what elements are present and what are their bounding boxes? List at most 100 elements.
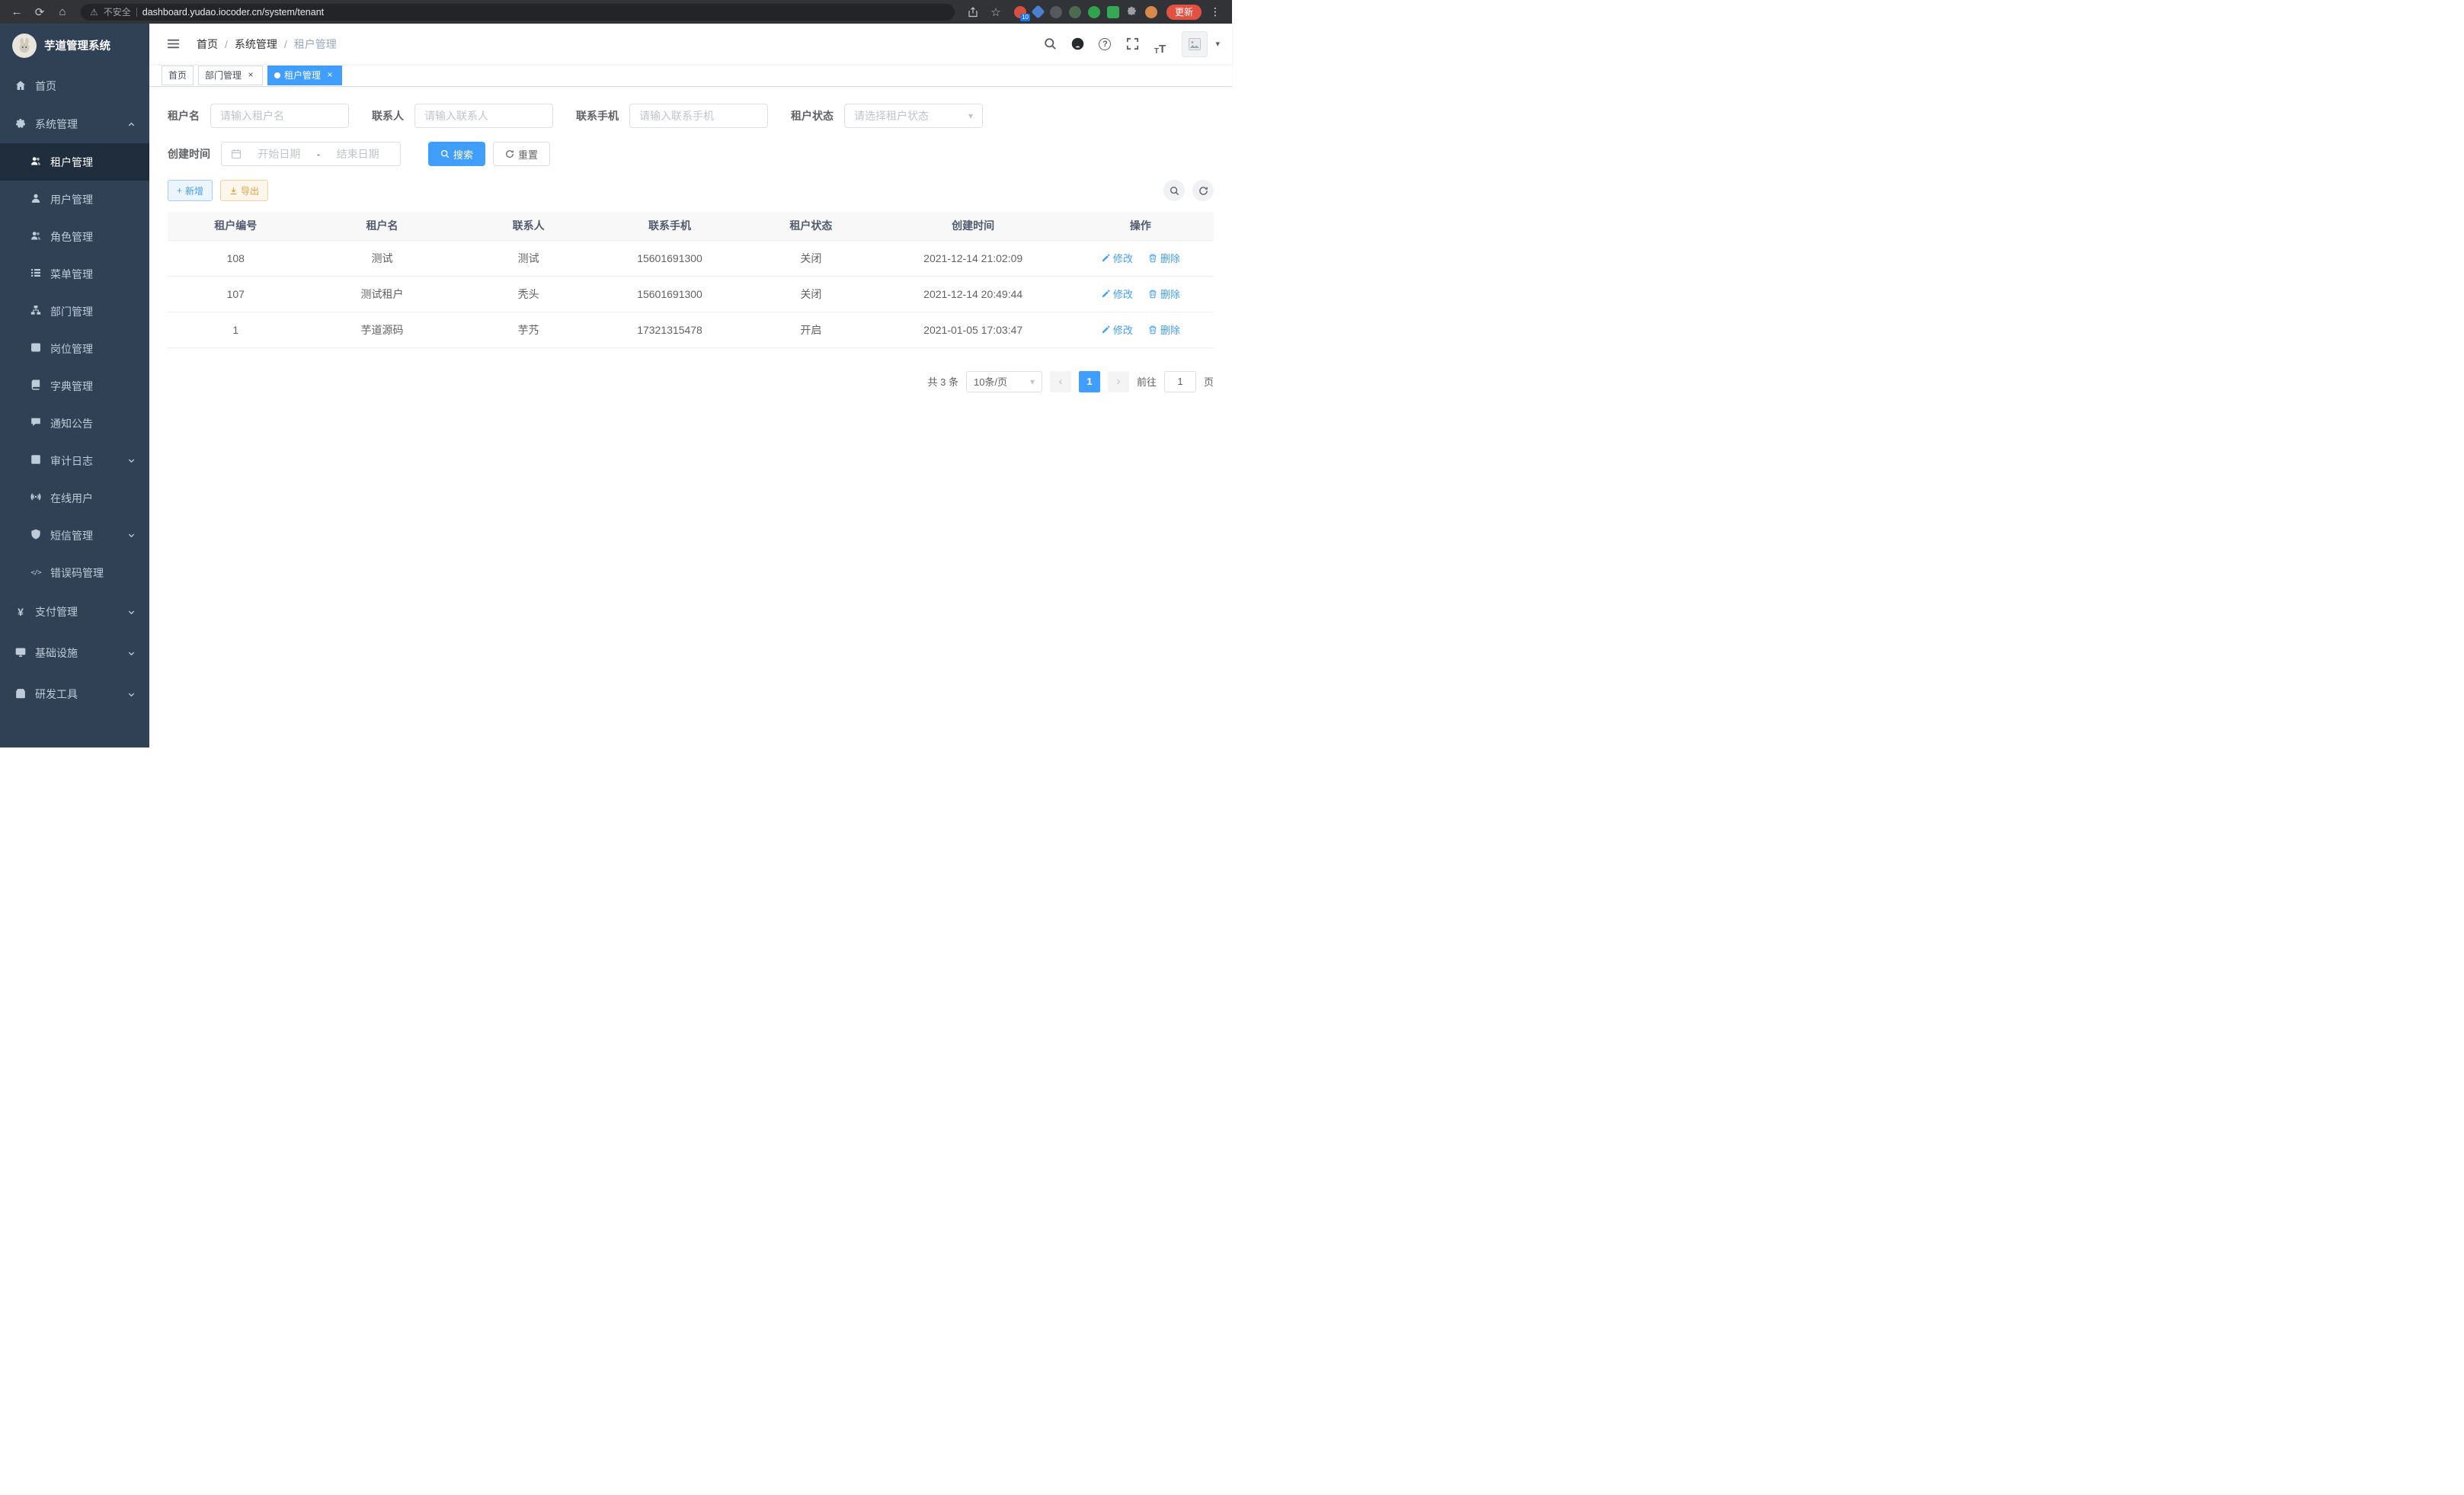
tag-label: 部门管理 xyxy=(205,69,242,82)
back-icon[interactable]: ← xyxy=(8,3,26,21)
refresh-table-button[interactable] xyxy=(1192,180,1214,201)
breadcrumb-home[interactable]: 首页 xyxy=(197,37,218,52)
browser-chrome: ← ⟳ ⌂ ⚠ 不安全 dashboard.yudao.iocoder.cn/s… xyxy=(0,0,1232,24)
sidebar-item-user-mgmt[interactable]: 用户管理 xyxy=(0,181,149,218)
sidebar-item-system[interactable]: 系统管理 xyxy=(0,105,149,143)
sidebar-item-sms-mgmt[interactable]: 短信管理 xyxy=(0,517,149,554)
sidebar-item-error-code[interactable]: </> 错误码管理 xyxy=(0,554,149,591)
reset-button[interactable]: 重置 xyxy=(493,142,550,166)
user-avatar[interactable] xyxy=(1182,31,1208,57)
add-button[interactable]: + 新增 xyxy=(168,180,213,201)
extension-icon-4[interactable] xyxy=(1069,6,1081,18)
edit-link[interactable]: 修改 xyxy=(1101,287,1133,301)
sidebar-item-dev-tools[interactable]: 研发工具 xyxy=(0,674,149,715)
search-icon[interactable] xyxy=(1038,33,1061,56)
sidebar-item-notice[interactable]: 通知公告 xyxy=(0,405,149,442)
next-page-button[interactable]: › xyxy=(1108,371,1129,392)
chrome-update-button[interactable]: 更新 xyxy=(1166,5,1202,20)
refresh-icon xyxy=(505,149,514,158)
breadcrumb-system[interactable]: 系统管理 xyxy=(235,37,277,52)
hamburger-icon[interactable] xyxy=(162,33,184,56)
tag-tenant-mgmt[interactable]: 租户管理 × xyxy=(267,66,342,85)
sidebar-item-online-users[interactable]: 在线用户 xyxy=(0,479,149,517)
edit-link[interactable]: 修改 xyxy=(1101,251,1133,265)
fullscreen-icon[interactable] xyxy=(1121,33,1144,56)
puzzle-icon[interactable] xyxy=(1126,6,1138,18)
col-header-actions: 操作 xyxy=(1067,212,1214,240)
status-select[interactable]: 请选择租户状态 ▾ xyxy=(844,104,983,128)
edit-log-icon xyxy=(30,454,41,467)
chrome-menu-icon[interactable]: ⋮ xyxy=(1206,3,1224,21)
prev-page-button[interactable]: ‹ xyxy=(1050,371,1071,392)
date-range-picker[interactable]: 开始日期 - 结束日期 xyxy=(221,142,401,166)
monitor-icon xyxy=(15,647,26,660)
home-icon[interactable]: ⌂ xyxy=(53,3,72,21)
sidebar-item-payment[interactable]: ¥ 支付管理 xyxy=(0,591,149,632)
sidebar-item-menu-mgmt[interactable]: 菜单管理 xyxy=(0,255,149,293)
delete-link[interactable]: 删除 xyxy=(1148,287,1180,301)
extension-icon-1[interactable]: 10 xyxy=(1014,6,1026,18)
avatar-caret-icon[interactable]: ▾ xyxy=(1215,39,1220,49)
delete-link[interactable]: 删除 xyxy=(1148,251,1180,265)
status-label: 租户状态 xyxy=(791,108,834,123)
tag-dept-mgmt[interactable]: 部门管理 × xyxy=(198,66,263,85)
sidebar-item-infra[interactable]: 基础设施 xyxy=(0,632,149,674)
sidebar-item-home[interactable]: 首页 xyxy=(0,67,149,105)
tenant-name-input[interactable] xyxy=(220,110,339,122)
tenant-table: 租户编号 租户名 联系人 联系手机 租户状态 创建时间 操作 108 测试 测试 xyxy=(168,212,1214,348)
chevron-down-icon xyxy=(127,690,136,699)
search-button[interactable]: 搜索 xyxy=(428,142,485,166)
top-navbar: 首页 / 系统管理 / 租户管理 ? TT xyxy=(149,24,1232,64)
cell-phone: 17321315478 xyxy=(597,312,743,347)
app-title: 芋道管理系统 xyxy=(44,37,110,53)
sidebar-item-tenant-mgmt[interactable]: 租户管理 xyxy=(0,143,149,181)
page-number-1[interactable]: 1 xyxy=(1079,371,1100,392)
export-button[interactable]: 导出 xyxy=(220,180,268,201)
help-icon[interactable]: ? xyxy=(1093,33,1116,56)
toggle-search-button[interactable] xyxy=(1163,180,1185,201)
cell-id: 1 xyxy=(168,312,303,347)
phone-input[interactable] xyxy=(639,110,758,122)
sidebar-item-dept-mgmt[interactable]: 部门管理 xyxy=(0,293,149,330)
share-icon[interactable] xyxy=(964,3,982,21)
page-size-select[interactable]: 10条/页 ▾ xyxy=(966,371,1042,392)
font-size-icon[interactable]: TT xyxy=(1148,33,1171,56)
cell-status: 开启 xyxy=(743,312,878,347)
contact-input[interactable] xyxy=(424,110,543,122)
cell-status: 关闭 xyxy=(743,276,878,312)
close-icon[interactable]: × xyxy=(245,70,256,81)
sidebar-item-label: 研发工具 xyxy=(35,687,118,702)
reload-icon[interactable]: ⟳ xyxy=(30,3,49,21)
question-glyph: ? xyxy=(1099,38,1111,50)
url-bar[interactable]: ⚠ 不安全 dashboard.yudao.iocoder.cn/system/… xyxy=(81,4,955,21)
extension-icon-3[interactable] xyxy=(1050,6,1062,18)
delete-label: 删除 xyxy=(1160,322,1180,337)
download-icon xyxy=(229,187,238,195)
sidebar-item-role-mgmt[interactable]: 角色管理 xyxy=(0,218,149,255)
url-text[interactable]: dashboard.yudao.iocoder.cn/system/tenant xyxy=(142,7,324,18)
sidebar-item-audit-log[interactable]: 审计日志 xyxy=(0,442,149,479)
chevron-up-icon xyxy=(127,120,136,129)
sidebar-item-post-mgmt[interactable]: 岗位管理 xyxy=(0,330,149,367)
profile-avatar-icon[interactable] xyxy=(1145,6,1157,18)
contact-field: 联系人 xyxy=(372,104,553,128)
range-separator: - xyxy=(317,149,320,160)
end-date-placeholder: 结束日期 xyxy=(325,146,391,162)
close-icon[interactable]: × xyxy=(325,70,335,81)
sidebar-item-dict-mgmt[interactable]: 字典管理 xyxy=(0,367,149,405)
github-icon[interactable] xyxy=(1066,33,1089,56)
security-label[interactable]: 不安全 xyxy=(104,5,131,18)
bookmark-star-icon[interactable]: ☆ xyxy=(987,3,1005,21)
delete-link[interactable]: 删除 xyxy=(1148,322,1180,337)
tag-home[interactable]: 首页 xyxy=(162,66,194,85)
cell-actions: 修改 删除 xyxy=(1067,276,1214,312)
goto-page-input[interactable] xyxy=(1164,371,1196,392)
sidebar-item-label: 在线用户 xyxy=(50,491,136,506)
extension-icon-5[interactable] xyxy=(1088,6,1100,18)
chevron-down-icon xyxy=(127,456,136,465)
extension-icon-6[interactable] xyxy=(1107,6,1119,18)
edit-link[interactable]: 修改 xyxy=(1101,322,1133,337)
home-menu-icon xyxy=(15,80,26,93)
col-header-status: 租户状态 xyxy=(743,212,878,240)
extension-icon-2[interactable] xyxy=(1031,5,1045,18)
